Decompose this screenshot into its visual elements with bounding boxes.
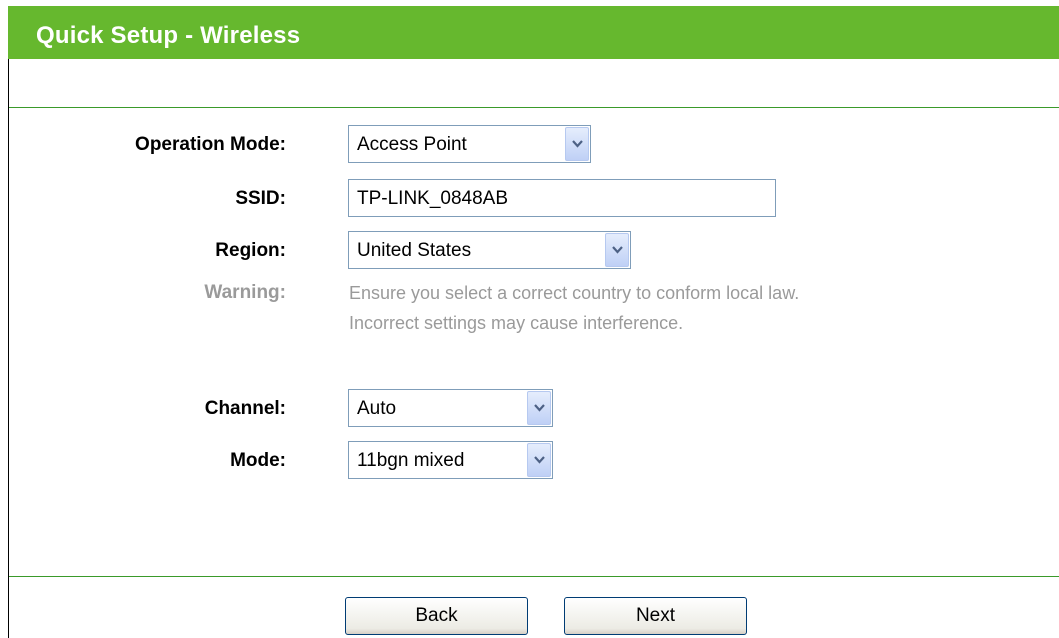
channel-value: Auto (357, 398, 397, 419)
mode-label: Mode: (230, 450, 286, 471)
chevron-down-icon[interactable] (605, 233, 629, 267)
next-button[interactable]: Next (564, 597, 747, 635)
region-select[interactable]: United States (348, 231, 631, 269)
region-value: United States (357, 240, 472, 261)
operation-mode-select[interactable]: Access Point (348, 125, 591, 163)
warning-text-line1: Ensure you select a correct country to c… (349, 283, 800, 303)
mode-select[interactable]: 11bgn mixed (348, 441, 553, 479)
chevron-down-icon[interactable] (527, 391, 551, 425)
region-label: Region: (215, 240, 286, 261)
chevron-down-icon[interactable] (565, 127, 589, 161)
ssid-input[interactable]: TP-LINK_0848AB (348, 179, 776, 217)
channel-label: Channel: (204, 398, 286, 419)
back-button[interactable]: Back (345, 597, 528, 635)
channel-select[interactable]: Auto (348, 389, 553, 427)
bottom-divider (9, 576, 1059, 577)
warning-text-line2: Incorrect settings may cause interferenc… (349, 313, 684, 333)
operation-mode-label: Operation Mode: (135, 134, 286, 155)
ssid-label: SSID: (235, 188, 286, 209)
mode-value: 11bgn mixed (357, 450, 465, 471)
ssid-value: TP-LINK_0848AB (357, 188, 509, 209)
chevron-down-icon[interactable] (527, 443, 551, 477)
warning-label: Warning: (204, 282, 286, 303)
top-divider (9, 107, 1059, 108)
page-title: Quick Setup - Wireless (36, 22, 301, 49)
title-bar: Quick Setup - Wireless (8, 6, 1059, 59)
operation-mode-value: Access Point (357, 134, 467, 155)
